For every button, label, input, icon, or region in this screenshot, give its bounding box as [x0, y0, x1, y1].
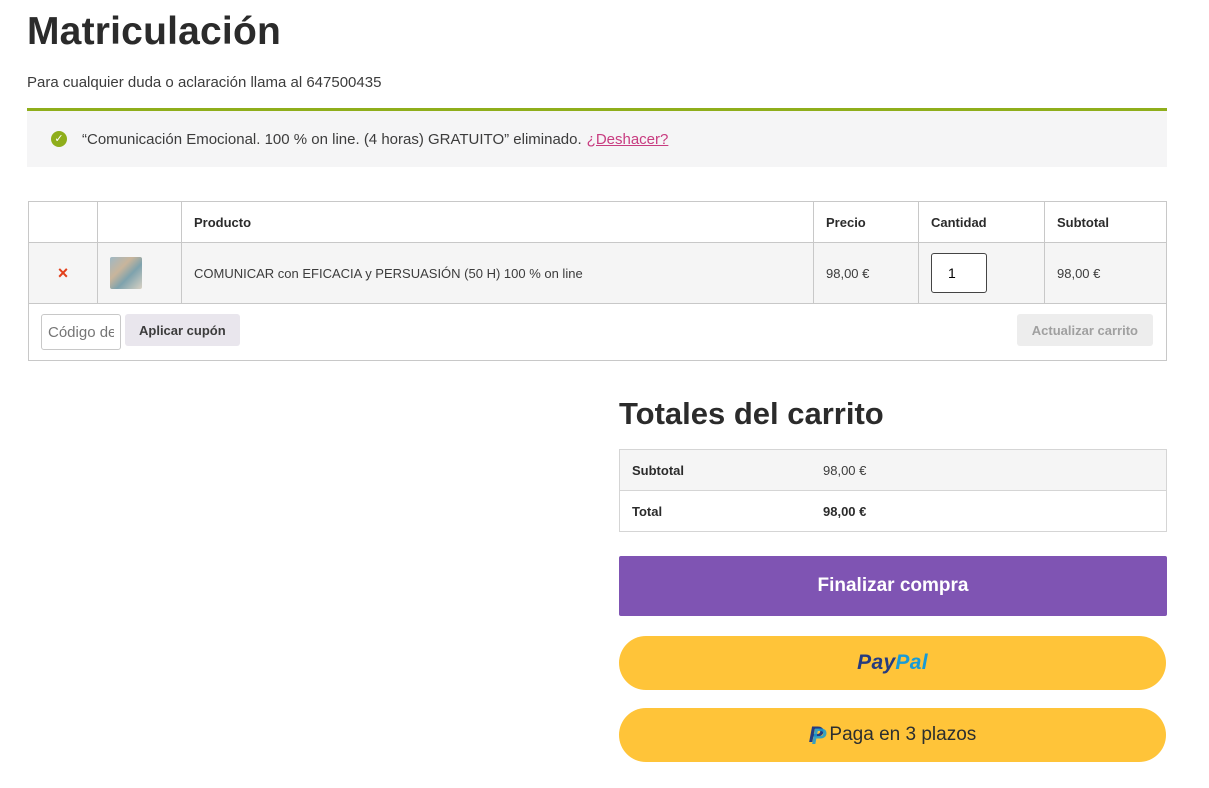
paypal-button[interactable]: PayPal — [619, 636, 1166, 690]
notice-message: “Comunicación Emocional. 100 % on line. … — [82, 130, 582, 148]
page-title: Matriculación — [27, 10, 281, 53]
product-name[interactable]: COMUNICAR con EFICACIA y PERSUASIÓN (50 … — [181, 242, 814, 304]
paypal-logo: PayPal — [857, 651, 928, 675]
undo-link[interactable]: ¿Deshacer? — [587, 131, 669, 148]
thumbnail-cell — [97, 242, 182, 304]
cart-actions-cell: Aplicar cupón Actualizar carrito — [28, 303, 1167, 361]
contact-text: Para cualquier duda o aclaración llama a… — [27, 74, 382, 91]
cart-actions: Aplicar cupón Actualizar carrito — [29, 304, 1166, 360]
total-value: 98,00 € — [823, 503, 867, 519]
product-header: Producto — [181, 201, 814, 243]
removed-notice: ✓ “Comunicación Emocional. 100 % on line… — [27, 108, 1167, 167]
cart-header-row: Producto Precio Cantidad Subtotal — [28, 201, 1167, 243]
quantity-header: Cantidad — [918, 201, 1045, 243]
cart-actions-row: Aplicar cupón Actualizar carrito — [28, 303, 1167, 361]
remove-item-button[interactable]: × — [28, 242, 98, 304]
subtotal-value: 98,00 € — [811, 449, 1167, 491]
paypal-logo-part1: Pay — [857, 651, 896, 674]
quantity-cell — [918, 242, 1045, 304]
pay-later-label: Paga en 3 plazos — [829, 724, 977, 745]
subtotal-label: Subtotal — [619, 449, 811, 491]
paypal-logo-part2: Pal — [895, 651, 928, 674]
product-thumbnail[interactable] — [110, 257, 142, 289]
price-header: Precio — [813, 201, 919, 243]
total-label: Total — [632, 503, 663, 519]
subtotal-header: Subtotal — [1044, 201, 1167, 243]
quantity-input[interactable] — [931, 253, 987, 293]
apply-coupon-button[interactable]: Aplicar cupón — [125, 314, 240, 346]
update-cart-button[interactable]: Actualizar carrito — [1016, 314, 1153, 346]
remove-header — [28, 201, 98, 243]
cart-table: Producto Precio Cantidad Subtotal × COMU… — [28, 201, 1167, 361]
cart-item-row: × COMUNICAR con EFICACIA y PERSUASIÓN (5… — [28, 242, 1167, 304]
cart-totals-table: Subtotal 98,00 € Total 98,00 € — [619, 449, 1167, 532]
product-price: 98,00 € — [813, 242, 919, 304]
check-circle-icon: ✓ — [51, 131, 67, 147]
checkout-button[interactable]: Finalizar compra — [619, 556, 1167, 616]
subtotal-row: Subtotal 98,00 € — [619, 449, 1167, 491]
thumbnail-header — [97, 201, 182, 243]
product-subtotal: 98,00 € — [1044, 242, 1167, 304]
cart-totals-title: Totales del carrito — [619, 396, 884, 431]
total-row: Total 98,00 € — [620, 491, 1167, 532]
paypal-pay-later-button[interactable]: PP Paga en 3 plazos — [619, 708, 1166, 762]
coupon-input[interactable] — [41, 314, 121, 350]
paypal-icon: PP — [808, 722, 827, 749]
